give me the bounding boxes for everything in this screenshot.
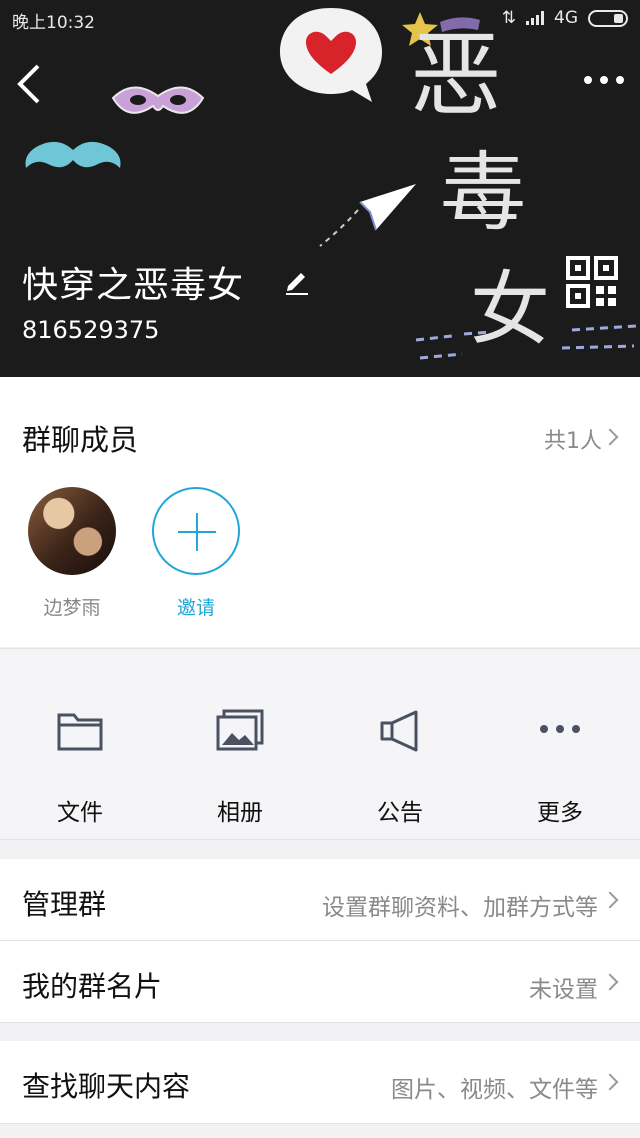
back-button[interactable]	[10, 60, 50, 106]
group-id: 816529375	[22, 316, 160, 344]
my-card-row[interactable]: 我的群名片 未设置	[0, 941, 640, 1023]
megaphone-icon	[380, 710, 418, 752]
art-char-2: 毒	[440, 143, 526, 243]
heart-bubble-icon	[280, 8, 382, 102]
status-indicators: ⇅ 4G	[502, 8, 628, 28]
chevron-right-icon	[601, 891, 619, 909]
files-label: 文件	[57, 800, 103, 826]
search-history-title: 查找聊天内容	[22, 1070, 191, 1103]
search-history-row[interactable]: 查找聊天内容 图片、视频、文件等	[0, 1041, 640, 1123]
manage-group-row[interactable]: 管理群 设置群聊资料、加群方式等	[0, 859, 640, 941]
members-section: 群聊成员 共1人 边梦雨 邀请	[0, 377, 640, 647]
art-char-1: 恶	[410, 22, 503, 129]
data-arrows-icon: ⇅	[501, 8, 516, 28]
chevron-right-icon	[601, 973, 619, 991]
member-name: 边梦雨	[43, 597, 101, 619]
group-header: 晚上10:32 ⇅ 4G 恶 毒 女 快穿之恶毒女 816529375	[0, 0, 640, 377]
member-avatar[interactable]	[28, 487, 116, 575]
more-options-button[interactable]	[580, 62, 628, 98]
dash-lines-decoration	[415, 324, 637, 360]
more-action[interactable]: 更多	[480, 689, 640, 829]
announcement-label: 公告	[377, 800, 423, 826]
signal-icon	[526, 11, 544, 25]
album-icon	[216, 709, 264, 751]
edit-name-icon[interactable]	[282, 266, 312, 296]
invite-label: 邀请	[176, 597, 215, 619]
announcement-action[interactable]: 公告	[320, 689, 480, 829]
battery-icon	[588, 9, 628, 27]
my-card-title: 我的群名片	[22, 970, 163, 1003]
album-label: 相册	[217, 800, 263, 826]
group-name: 快穿之恶毒女	[22, 265, 245, 306]
mask-icon	[111, 86, 205, 114]
row-divider	[0, 1022, 640, 1023]
network-type: 4G	[554, 8, 578, 28]
paper-plane-icon	[319, 184, 416, 247]
row-divider	[0, 1123, 640, 1124]
my-card-value: 未设置	[529, 977, 598, 1003]
more-dots-icon	[540, 725, 580, 733]
members-title: 群聊成员	[22, 423, 139, 457]
search-history-value: 图片、视频、文件等	[391, 1077, 598, 1103]
quick-actions-bar: 文件 相册 公告 更多	[0, 648, 640, 840]
more-label: 更多	[537, 800, 583, 826]
files-action[interactable]: 文件	[0, 689, 160, 829]
qr-code-icon[interactable]	[566, 256, 618, 308]
chevron-right-icon	[601, 428, 619, 446]
status-time: 晚上10:32	[12, 13, 95, 33]
manage-group-title: 管理群	[22, 888, 107, 921]
folder-icon	[57, 713, 103, 751]
invite-button[interactable]	[152, 487, 240, 575]
chevron-right-icon	[601, 1073, 619, 1091]
mustache-icon	[25, 141, 121, 168]
album-action[interactable]: 相册	[160, 689, 320, 829]
manage-group-value: 设置群聊资料、加群方式等	[322, 895, 598, 921]
members-count: 共1人	[544, 429, 602, 454]
